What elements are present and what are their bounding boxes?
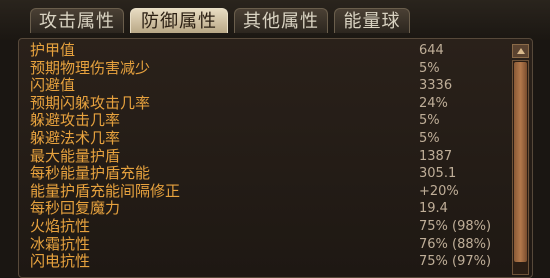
stat-value: 24% bbox=[419, 95, 448, 111]
stat-label: 预期闪躲攻击几率 bbox=[30, 93, 151, 112]
stat-row-max-energy-shield: 最大能量护盾 1387 bbox=[30, 146, 510, 166]
stat-row-evasion: 闪避值 3336 bbox=[30, 77, 510, 95]
stat-value: 644 bbox=[419, 43, 444, 58]
stat-label: 能量护盾充能间隔修正 bbox=[30, 181, 181, 200]
stat-value: 19.4 bbox=[419, 201, 448, 217]
tab-energy-orb[interactable]: 能量球 bbox=[334, 8, 410, 33]
stat-label: 最大能量护盾 bbox=[30, 146, 121, 165]
stat-row-armor: 护甲值 644 bbox=[30, 42, 510, 60]
stats-list: 护甲值 644 预期物理伤害减少 5% 闪避值 3336 预期闪躲攻击几率 24… bbox=[30, 42, 510, 271]
stat-row-dodge-attack: 躲避攻击几率 5% bbox=[30, 112, 510, 130]
stat-value: 5% bbox=[419, 130, 440, 146]
tab-defense-attributes[interactable]: 防御属性 bbox=[130, 8, 228, 33]
stat-label: 火焰抗性 bbox=[30, 216, 91, 235]
scrollbar-thumb[interactable] bbox=[514, 62, 527, 262]
stat-row-lightning-resistance: 闪电抗性 75% (97%) bbox=[30, 253, 510, 271]
stat-label: 冰霜抗性 bbox=[30, 234, 91, 253]
stat-row-cold-resistance: 冰霜抗性 76% (88%) bbox=[30, 234, 510, 254]
stat-row-dodge-spell: 躲避法术几率 5% bbox=[30, 128, 510, 148]
stat-row-physical-damage-reduction: 预期物理伤害减少 5% bbox=[30, 58, 510, 78]
stat-row-mana-regen: 每秒回复魔力 19.4 bbox=[30, 200, 510, 218]
stat-row-fire-resistance: 火焰抗性 75% (98%) bbox=[30, 216, 510, 236]
stat-value: 76% (88%) bbox=[419, 236, 492, 252]
tab-other-attributes[interactable]: 其他属性 bbox=[234, 8, 328, 33]
stat-row-evade-chance: 预期闪躲攻击几率 24% bbox=[30, 93, 510, 113]
stat-row-energy-shield-recharge: 每秒能量护盾充能 305.1 bbox=[30, 165, 510, 183]
stat-value: +20% bbox=[419, 183, 459, 199]
stat-label: 闪电抗性 bbox=[30, 252, 91, 271]
tab-attack-attributes[interactable]: 攻击属性 bbox=[30, 8, 124, 33]
stat-label: 每秒能量护盾充能 bbox=[30, 164, 151, 183]
stat-label: 闪避值 bbox=[30, 76, 76, 95]
stat-value: 5% bbox=[419, 113, 440, 129]
tab-bar: 攻击属性 防御属性 其他属性 能量球 bbox=[0, 0, 550, 40]
stat-value: 75% (97%) bbox=[419, 254, 492, 270]
stat-value: 3336 bbox=[419, 78, 453, 94]
stat-row-recharge-interval-mod: 能量护盾充能间隔修正 +20% bbox=[30, 181, 510, 201]
scroll-up-button[interactable] bbox=[512, 44, 529, 58]
stat-value: 305.1 bbox=[419, 166, 457, 182]
stat-label: 躲避攻击几率 bbox=[30, 111, 121, 130]
stat-label: 预期物理伤害减少 bbox=[30, 58, 151, 77]
stat-label: 每秒回复魔力 bbox=[30, 199, 121, 218]
stat-value: 1387 bbox=[419, 148, 453, 164]
stat-label: 躲避法术几率 bbox=[30, 128, 121, 147]
stat-label: 护甲值 bbox=[30, 41, 76, 59]
stat-value: 5% bbox=[419, 60, 440, 76]
stat-value: 75% (98%) bbox=[419, 218, 492, 234]
